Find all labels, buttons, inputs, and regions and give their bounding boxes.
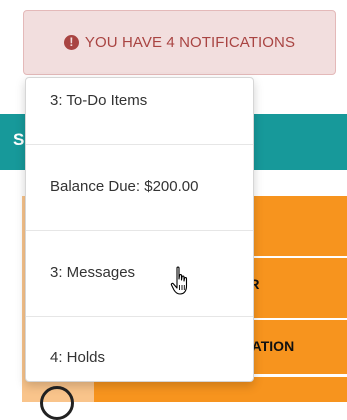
dropdown-item-balance[interactable]: Balance Due: $200.00 xyxy=(26,178,253,195)
hand-pointer-cursor-icon xyxy=(170,266,188,295)
tile-circle-icon xyxy=(40,386,74,420)
dropdown-divider xyxy=(26,316,253,317)
dropdown-item-todo[interactable]: 3: To-Do Items xyxy=(26,92,253,109)
dropdown-item-messages[interactable]: 3: Messages xyxy=(26,264,253,281)
dropdown-item-holds[interactable]: 4: Holds xyxy=(26,349,253,366)
section-header-text: S xyxy=(13,130,25,149)
notifications-button[interactable]: ! YOU HAVE 4 NOTIFICATIONS xyxy=(23,10,336,75)
dropdown-divider xyxy=(26,230,253,231)
exclamation-circle-icon: ! xyxy=(63,35,79,50)
notifications-button-label: YOU HAVE 4 NOTIFICATIONS xyxy=(84,34,296,51)
dropdown-divider xyxy=(26,144,253,145)
notifications-dropdown: 3: To-Do Items Balance Due: $200.00 3: M… xyxy=(25,77,254,382)
